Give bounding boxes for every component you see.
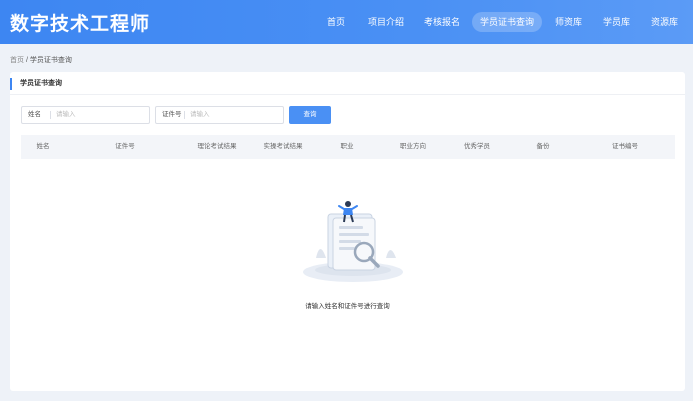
site-logo[interactable]: 数字技术工程师 (10, 9, 150, 36)
nav-item-teachers[interactable]: 师资库 (555, 12, 582, 32)
cert-field-separator (184, 111, 185, 119)
empty-state-message: 请输入姓名和证件号进行查询 (305, 303, 390, 310)
nav-item-resources[interactable]: 资源库 (651, 12, 678, 32)
nav-item-certificate-query[interactable]: 学员证书查询 (472, 12, 543, 32)
nav-item-students[interactable]: 学员库 (603, 12, 630, 32)
search-button[interactable]: 查询 (289, 106, 331, 124)
col-certificate-number: 证书编号 (612, 143, 638, 150)
nav-item-project-intro[interactable]: 项目介绍 (368, 12, 404, 32)
col-backup: 备份 (536, 143, 550, 150)
name-input[interactable]: 请输入 (56, 107, 76, 123)
query-panel: 学员证书查询 姓名 请输入 证件号 请输入 查询 姓名 证件号 理论考试结果 实… (10, 72, 685, 391)
col-practical-result: 实操考试结果 (263, 143, 303, 150)
col-id-number: 证件号 (115, 143, 135, 150)
name-field[interactable]: 姓名 请输入 (21, 106, 150, 124)
empty-search-illustration (303, 201, 403, 282)
col-name: 姓名 (36, 143, 50, 150)
breadcrumb-current: 学员证书查询 (29, 57, 72, 64)
panel-divider (10, 94, 685, 95)
col-theory-result: 理论考试结果 (197, 143, 237, 150)
name-field-label: 姓名 (28, 111, 41, 118)
top-header: 数字技术工程师 首页 项目介绍 考核报名 学员证书查询 师资库 学员库 资源库 (0, 0, 693, 44)
col-occupation-direction: 职业方向 (400, 143, 426, 150)
results-table-header: 姓名 证件号 理论考试结果 实操考试结果 职业 职业方向 优秀学员 备份 证书编… (21, 135, 675, 159)
cert-input[interactable]: 请输入 (190, 107, 210, 123)
nav-item-exam-registration[interactable]: 考核报名 (424, 12, 460, 32)
name-field-separator (50, 111, 51, 119)
breadcrumb-home[interactable]: 首页 (10, 57, 24, 64)
breadcrumb: 首页 / 学员证书查询 (10, 55, 72, 65)
cert-field[interactable]: 证件号 请输入 (155, 106, 284, 124)
panel-title: 学员证书查询 (10, 78, 62, 90)
col-excellent-student: 优秀学员 (464, 143, 490, 150)
nav-item-home[interactable]: 首页 (327, 12, 345, 32)
col-occupation: 职业 (340, 143, 354, 150)
cert-field-label: 证件号 (162, 111, 182, 118)
